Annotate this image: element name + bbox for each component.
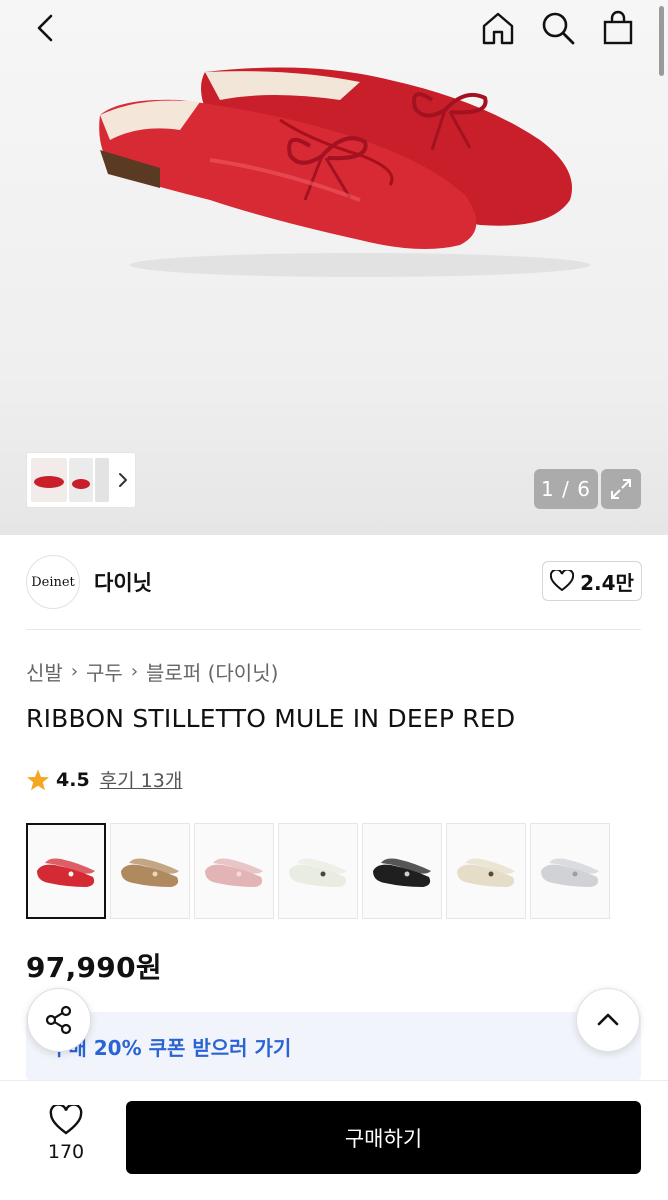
gallery-thumbnail[interactable] xyxy=(95,458,109,502)
brand-name[interactable]: 다이닛 xyxy=(94,567,152,597)
swatch-shoe-image xyxy=(37,858,95,887)
buy-button[interactable]: 구매하기 xyxy=(126,1101,641,1174)
product-title: RIBBON STILLETTO MULE IN DEEP RED xyxy=(26,704,516,733)
coupon-banner[interactable]: 구매 20% 쿠폰 받으러 가기 xyxy=(26,1012,641,1080)
back-icon xyxy=(37,14,53,42)
color-swatch[interactable] xyxy=(446,823,526,919)
color-swatch[interactable] xyxy=(362,823,442,919)
home-button[interactable] xyxy=(476,6,520,50)
cart-button[interactable] xyxy=(596,6,640,50)
gallery-thumbnail[interactable] xyxy=(31,458,67,502)
home-icon xyxy=(482,12,514,45)
page-scrollbar[interactable] xyxy=(659,6,664,76)
chevron-right-icon: › xyxy=(130,661,139,682)
thumbnail-shoe-image xyxy=(72,479,90,489)
product-price: 97,990원 xyxy=(26,951,162,984)
swatch-shoe-image xyxy=(205,858,263,887)
breadcrumb-item-dress-shoes[interactable]: 구두 xyxy=(86,657,123,686)
heart-icon xyxy=(550,570,575,592)
swatch-shoe-image xyxy=(541,858,599,887)
color-options xyxy=(26,823,610,919)
color-swatch[interactable] xyxy=(110,823,190,919)
thumbnail-shoe-image xyxy=(34,476,64,488)
gallery-thumbnail-strip[interactable] xyxy=(26,452,136,508)
star-icon xyxy=(27,769,49,790)
wishlist-button[interactable]: 170 xyxy=(30,1105,102,1173)
breadcrumb: 신발 › 구두 › 블로퍼 (다이닛) xyxy=(26,657,278,686)
divider xyxy=(26,629,641,630)
chevron-right-icon: › xyxy=(70,661,79,682)
bottom-action-bar: 170 구매하기 xyxy=(0,1080,668,1200)
brand-row: Deinet 다이닛 2.4만 xyxy=(26,553,642,613)
share-icon xyxy=(45,1005,72,1035)
back-button[interactable] xyxy=(24,6,68,50)
share-button[interactable] xyxy=(27,988,91,1052)
rating-score: 4.5 xyxy=(56,768,90,791)
color-swatch[interactable] xyxy=(530,823,610,919)
gallery-thumbnail[interactable] xyxy=(69,458,93,502)
heart-icon xyxy=(49,1105,83,1135)
gallery-counter: 1 / 6 xyxy=(534,469,598,509)
product-image-gallery[interactable]: 1 / 6 xyxy=(0,0,668,535)
expand-icon xyxy=(611,479,631,499)
swatch-shoe-image xyxy=(457,858,515,887)
fullscreen-button[interactable] xyxy=(601,469,641,509)
brand-like-count: 2.4만 xyxy=(580,570,634,595)
wishlist-count: 170 xyxy=(47,1141,85,1163)
chevron-up-icon xyxy=(597,1013,619,1026)
color-swatch[interactable] xyxy=(26,823,106,919)
brand-logo[interactable]: Deinet xyxy=(26,555,80,609)
swatch-shoe-image xyxy=(289,858,347,887)
chevron-right-icon[interactable] xyxy=(117,469,129,495)
color-swatch[interactable] xyxy=(194,823,274,919)
review-count-link[interactable]: 후기 13개 xyxy=(100,766,183,793)
scroll-to-top-button[interactable] xyxy=(576,988,640,1052)
product-photo xyxy=(99,67,590,277)
top-navigation-bar xyxy=(0,0,668,60)
search-button[interactable] xyxy=(536,6,580,50)
product-rating: 4.5 후기 13개 xyxy=(26,766,182,793)
search-icon xyxy=(542,12,575,45)
brand-like-button[interactable]: 2.4만 xyxy=(542,561,642,601)
swatch-shoe-image xyxy=(121,858,179,887)
breadcrumb-item-shoes[interactable]: 신발 xyxy=(26,657,63,686)
shopping-bag-icon xyxy=(603,10,633,45)
color-swatch[interactable] xyxy=(278,823,358,919)
breadcrumb-item-loafer[interactable]: 블로퍼 (다이닛) xyxy=(146,657,278,686)
swatch-shoe-image xyxy=(373,858,431,887)
